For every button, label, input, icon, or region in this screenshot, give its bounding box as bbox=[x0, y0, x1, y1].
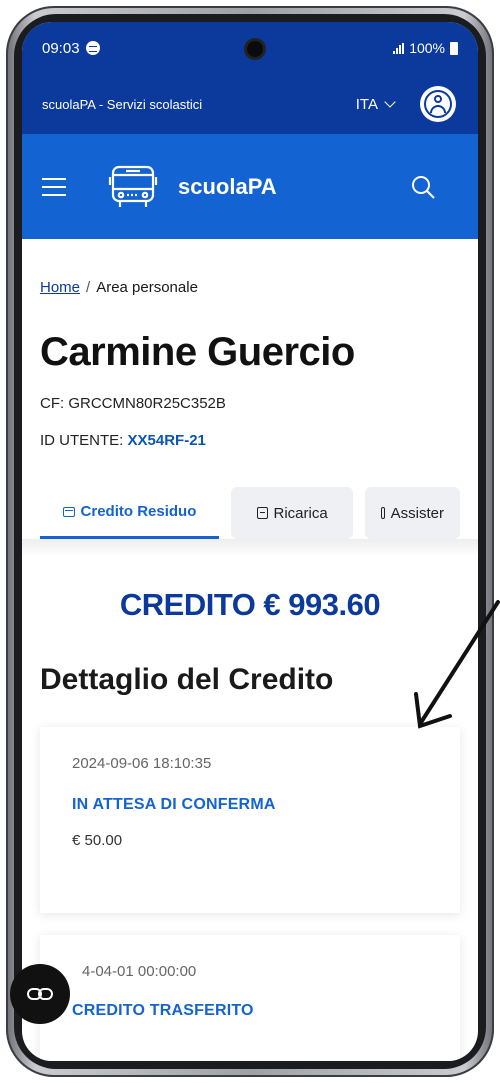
user-id-value: XX54RF-21 bbox=[127, 432, 206, 449]
tab-bar: Credito Residuo Ricarica Assister bbox=[40, 483, 460, 539]
credit-item-card[interactable]: 2024-09-06 18:10:35 IN ATTESA DI CONFERM… bbox=[40, 727, 460, 913]
user-id: ID UTENTE: XX54RF-21 bbox=[40, 432, 460, 449]
tabs-shadow bbox=[22, 539, 478, 557]
page-title: Carmine Guercio bbox=[40, 330, 355, 374]
search-icon[interactable] bbox=[410, 174, 436, 200]
user-icon[interactable] bbox=[420, 86, 456, 122]
tab-label: Ricarica bbox=[273, 504, 328, 522]
breadcrumb-current: Area personale bbox=[96, 279, 198, 296]
chevron-down-icon bbox=[384, 96, 396, 108]
notification-icon bbox=[85, 41, 100, 55]
wallet-icon bbox=[62, 506, 75, 517]
service-bar: scuolaPA - Servizi scolastici ITA bbox=[22, 74, 478, 134]
tab-label: Assister bbox=[390, 504, 444, 522]
credit-item-amount: € 50.00 bbox=[72, 832, 123, 849]
credit-item-status[interactable]: IN ATTESA DI CONFERMA bbox=[72, 796, 428, 814]
brand-bar: scuolaPA bbox=[22, 134, 478, 239]
status-bar: 09:03 100% bbox=[22, 22, 478, 74]
tab-ricarica[interactable]: Ricarica bbox=[230, 487, 354, 539]
breadcrumb-home-link[interactable]: Home bbox=[40, 279, 80, 296]
top-header: 09:03 100% scuolaPA - Servizi scolastici… bbox=[22, 22, 478, 134]
section-title: Dettaglio del Credito bbox=[40, 663, 334, 696]
link-icon bbox=[27, 988, 53, 1000]
service-title[interactable]: scuolaPA - Servizi scolastici bbox=[42, 97, 202, 112]
signal-icon bbox=[393, 42, 405, 54]
cf-label: CF: bbox=[40, 395, 65, 412]
tab-assistenza[interactable]: Assister bbox=[365, 487, 460, 539]
credit-item-card[interactable]: 4-04-01 00:00:00 CREDITO TRASFERITO bbox=[40, 935, 460, 1061]
cf-value: GRCCMN80R25C352B bbox=[68, 395, 226, 412]
fiscal-code: CF: GRCCMN80R25C352B bbox=[40, 395, 460, 412]
screen: 09:03 100% scuolaPA - Servizi scolastici… bbox=[22, 22, 478, 1061]
main-content: Home / Area personale Carmine Guercio CF: … bbox=[22, 279, 478, 1061]
tab-label: Credito Residuo bbox=[80, 503, 197, 520]
document-icon bbox=[256, 507, 268, 519]
credit-item-date: 4-04-01 00:00:00 bbox=[82, 963, 197, 980]
menu-icon[interactable] bbox=[42, 177, 66, 196]
annotation-arrow bbox=[414, 600, 500, 729]
battery-level: 100% bbox=[409, 40, 445, 56]
status-time: 09:03 bbox=[42, 39, 80, 57]
credit-total: CREDITO € 993.60 bbox=[119, 587, 381, 622]
floating-link-button[interactable] bbox=[10, 964, 70, 1024]
user-id-label: ID UTENTE: bbox=[40, 432, 124, 449]
language-label: ITA bbox=[355, 95, 378, 113]
breadcrumb: Home / Area personale bbox=[40, 279, 460, 296]
bus-icon bbox=[108, 165, 158, 207]
status-right: 100% bbox=[393, 40, 458, 56]
credit-item-status[interactable]: CREDITO TRASFERITO bbox=[72, 1002, 428, 1020]
battery-icon bbox=[450, 41, 458, 55]
language-selector[interactable]: ITA bbox=[355, 95, 396, 113]
front-camera bbox=[244, 38, 266, 60]
breadcrumb-separator: / bbox=[86, 279, 91, 296]
document-icon bbox=[381, 507, 385, 519]
brand-name[interactable]: scuolaPA bbox=[178, 174, 277, 200]
status-time-group: 09:03 bbox=[42, 40, 100, 57]
credit-item-date: 2024-09-06 18:10:35 bbox=[72, 755, 212, 772]
tab-credito-residuo[interactable]: Credito Residuo bbox=[40, 487, 219, 539]
